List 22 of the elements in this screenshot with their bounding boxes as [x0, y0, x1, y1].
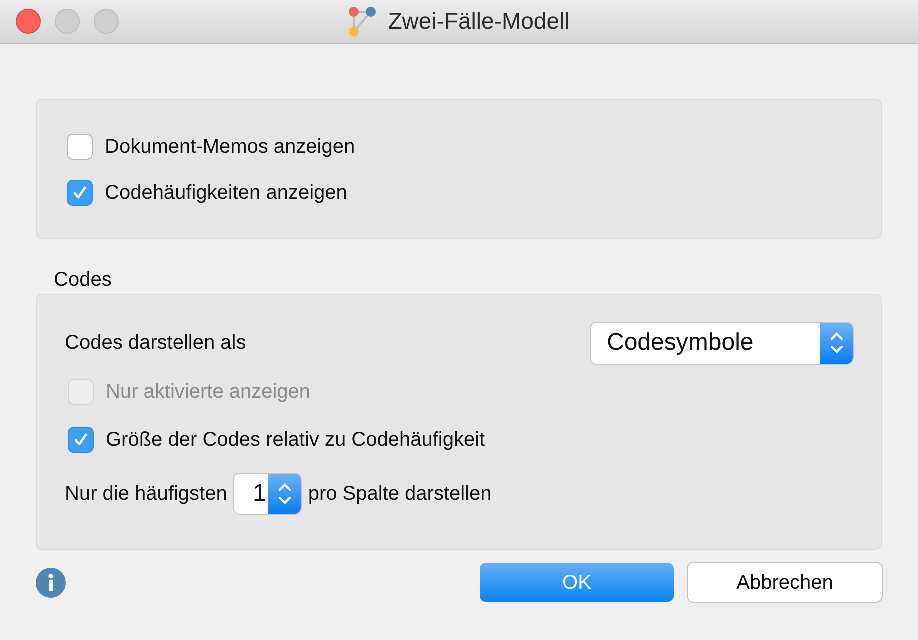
- checkmark-icon: [73, 432, 89, 448]
- field-label: Nur die häufigsten: [65, 482, 228, 507]
- checkbox[interactable]: [67, 134, 93, 160]
- checkbox[interactable]: [67, 180, 93, 206]
- cancel-button[interactable]: Abbrechen: [688, 563, 882, 602]
- checkbox-label: Codehäufigkeiten anzeigen: [105, 181, 348, 206]
- info-icon[interactable]: [36, 568, 66, 598]
- app-icon: [348, 6, 378, 38]
- section-heading: Codes: [54, 269, 112, 291]
- close-button[interactable]: [16, 9, 41, 34]
- display-dropdown[interactable]: Codesymbole: [591, 322, 853, 364]
- chevrons-icon[interactable]: [276, 481, 293, 507]
- checkbox-label: Größe der Codes relativ zu Codehäufigkeit: [106, 428, 486, 453]
- field-label: pro Spalte darstellen: [308, 482, 492, 507]
- window-title: Zwei-Fälle-Modell: [388, 7, 570, 36]
- chevrons-icon[interactable]: [828, 330, 844, 356]
- field-label: Codes darstellen als: [65, 331, 246, 356]
- checkbox[interactable]: [68, 427, 94, 453]
- checkbox-label: Nur aktivierte anzeigen: [106, 380, 311, 405]
- checkbox-label: Dokument-Memos anzeigen: [105, 135, 356, 160]
- count-stepper[interactable]: 1: [234, 474, 302, 514]
- checkmark-icon: [72, 185, 88, 201]
